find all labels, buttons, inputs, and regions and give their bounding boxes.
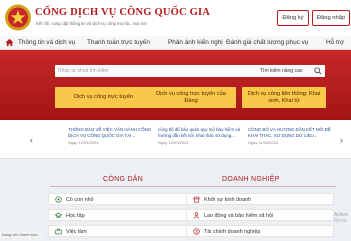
business-section-title: DOANH NGHIỆP xyxy=(222,176,280,183)
money-icon: $ xyxy=(193,228,200,235)
home-icon[interactable] xyxy=(5,38,14,47)
news-item[interactable]: THÔNG BÁO VỀ VIỆC VẬN HÀNH CỔNG DỊCH VỤ … xyxy=(68,127,152,145)
search-icon[interactable] xyxy=(314,67,322,75)
news-title[interactable]: công bố để bảo quản quy mô bảo hiểm và h… xyxy=(158,127,242,138)
citizen-item-label: Việc làm xyxy=(66,228,87,235)
news-item[interactable]: công bố để bảo quản quy mô bảo hiểm và h… xyxy=(158,127,242,145)
citizen-item-label: Có con nhỏ xyxy=(66,196,94,203)
news-title[interactable]: CÔNG BỐ VÀ HƯỚNG DẪN KẾT NỐI ĐỂ KHAI THÁ… xyxy=(248,127,332,138)
nav-feedback[interactable]: Phản ánh kiến nghị xyxy=(168,39,223,46)
online-services-button[interactable]: Dịch vụ công trực tuyến xyxy=(55,87,152,108)
briefcase-icon xyxy=(55,228,62,235)
citizen-item-education[interactable]: Học tập xyxy=(48,209,196,221)
citizen-item-employment[interactable]: Việc làm xyxy=(48,225,196,237)
business-item-label: Tài chính doanh nghiệp xyxy=(204,228,261,235)
activate-watermark: Activa Go to xyxy=(334,212,348,224)
nav-quality-rating[interactable]: Đánh giá chất lượng phục vụ xyxy=(226,39,308,46)
worker-icon xyxy=(193,212,200,219)
business-item-finance[interactable]: $ Tài chính doanh nghiệp xyxy=(186,225,334,237)
search-input[interactable]: Nhập từ khoá tìm kiếm xyxy=(58,68,109,74)
news-date: Ngày 12/04/2024 xyxy=(68,140,99,145)
news-carousel: ‹ THÔNG BÁO VỀ VIỆC VẬN HÀNH CỔNG DỊCH V… xyxy=(0,120,351,159)
party-services-button[interactable]: Dịch vụ công trực tuyến của Đảng xyxy=(146,87,236,108)
business-item-label: Lao động và bảo hiểm xã hội xyxy=(204,212,274,219)
main-nav: Thông tin và dịch vụ Thanh toán trực tuy… xyxy=(0,36,351,50)
chevron-right-icon[interactable]: › xyxy=(340,135,343,145)
national-emblem-icon[interactable] xyxy=(4,3,32,32)
citizen-item-small-children[interactable]: Có con nhỏ xyxy=(48,193,196,205)
linked-services-button[interactable]: Dịch vụ công liên thông: Khai sinh, Khai… xyxy=(242,87,326,108)
register-button[interactable]: Đăng ký xyxy=(277,10,309,26)
header: CỔNG DỊCH VỤ CÔNG QUỐC GIA Kết nối, cung… xyxy=(0,0,351,36)
browser-status-bar: Đang chờ thanh toán... xyxy=(0,232,43,238)
business-item-startup[interactable]: Khởi sự kinh doanh xyxy=(186,193,334,205)
news-item[interactable]: CÔNG BỐ VÀ HƯỚNG DẪN KẾT NỐI ĐỂ KHAI THÁ… xyxy=(248,127,332,145)
news-date: Ngày 11/03/2024 xyxy=(248,140,279,145)
citizen-section-title: CÔNG DÂN xyxy=(103,176,144,183)
business-divider xyxy=(188,186,336,187)
news-title[interactable]: THÔNG BÁO VỀ VIỆC VẬN HÀNH CỔNG DỊCH VỤ … xyxy=(68,127,152,138)
business-item-label: Khởi sự kinh doanh xyxy=(204,196,252,203)
hero-banner xyxy=(0,50,351,120)
search-bar: Nhập từ khoá tìm kiếm Tìm kiếm nâng cao xyxy=(55,65,325,77)
nav-online-payment[interactable]: Thanh toán trực tuyến xyxy=(87,39,150,46)
login-button[interactable]: Đăng nhập xyxy=(312,10,350,26)
graduation-cap-icon xyxy=(55,212,62,219)
advanced-search-link[interactable]: Tìm kiếm nâng cao xyxy=(260,68,303,74)
shop-icon xyxy=(193,196,200,203)
baby-icon xyxy=(55,196,62,203)
svg-text:$: $ xyxy=(195,229,198,234)
brand-subtitle: Kết nối, cung cấp thông tin và dịch vụ c… xyxy=(36,21,147,26)
nav-support[interactable]: Hỗ trợ xyxy=(326,39,344,46)
nav-info-services[interactable]: Thông tin và dịch vụ xyxy=(18,39,75,46)
news-date: Ngày 12/03/2024 xyxy=(158,140,189,145)
business-item-labor-insurance[interactable]: Lao động và bảo hiểm xã hội xyxy=(186,209,334,221)
chevron-left-icon[interactable]: ‹ xyxy=(30,135,33,145)
citizen-divider xyxy=(50,186,195,187)
brand-title[interactable]: CỔNG DỊCH VỤ CÔNG QUỐC GIA xyxy=(35,7,210,18)
citizen-item-label: Học tập xyxy=(66,212,85,219)
